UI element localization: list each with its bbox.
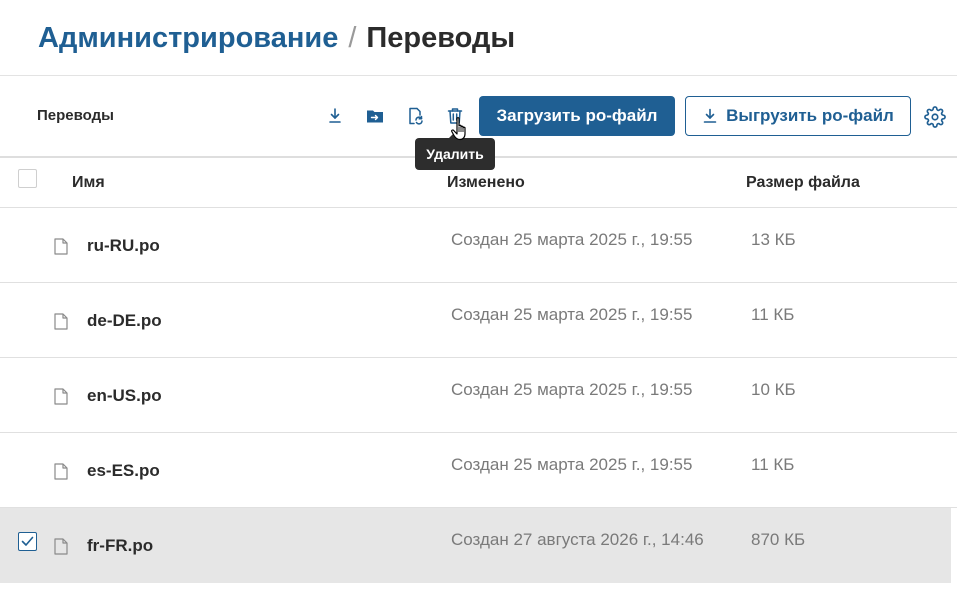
- toolbar-title: Переводы: [37, 107, 114, 124]
- file-size: 13 КБ: [751, 230, 796, 249]
- select-all-checkbox[interactable]: [18, 169, 37, 188]
- delete-tooltip: Удалить: [415, 132, 495, 170]
- upload-po-file-button[interactable]: Загрузить po-файл: [479, 96, 675, 136]
- file-name: es-ES.po: [87, 461, 160, 480]
- move-to-folder-icon[interactable]: [363, 104, 387, 128]
- table-row[interactable]: es-ES.po Создан 25 марта 2025 г., 19:55 …: [0, 433, 957, 508]
- file-modified: Создан 25 марта 2025 г., 19:55: [451, 305, 693, 324]
- file-name: en-US.po: [87, 386, 162, 405]
- gear-icon[interactable]: [924, 106, 946, 128]
- file-modified: Создан 25 марта 2025 г., 19:55: [451, 380, 693, 399]
- file-name: ru-RU.po: [87, 236, 160, 255]
- file-modified: Создан 25 марта 2025 г., 19:55: [451, 455, 693, 474]
- breadcrumb: Администрирование / Переводы: [38, 18, 515, 58]
- replace-file-icon[interactable]: [403, 104, 427, 128]
- column-header-name[interactable]: Имя: [72, 174, 105, 192]
- file-name: de-DE.po: [87, 311, 162, 330]
- table-row[interactable]: de-DE.po Создан 25 марта 2025 г., 19:55 …: [0, 283, 957, 358]
- file-icon: [54, 313, 68, 330]
- column-header-modified[interactable]: Изменено: [447, 174, 525, 192]
- breadcrumb-separator: /: [348, 21, 357, 54]
- breadcrumb-link-administration[interactable]: Администрирование: [38, 22, 338, 55]
- file-size: 11 КБ: [751, 305, 795, 324]
- download-po-file-button[interactable]: Выгрузить po-файл: [685, 96, 911, 136]
- row-checkbox-checked[interactable]: [18, 532, 37, 551]
- file-icon: [54, 463, 68, 480]
- download-icon: [703, 108, 717, 123]
- column-header-size[interactable]: Размер файла: [746, 174, 860, 192]
- file-size: 10 КБ: [751, 380, 796, 399]
- page-title: Переводы: [366, 21, 516, 54]
- table-row-selected[interactable]: fr-FR.po Создан 27 августа 2026 г., 14:4…: [0, 508, 951, 583]
- file-icon: [54, 538, 68, 555]
- checkmark-icon: [21, 536, 34, 546]
- file-size: 870 КБ: [751, 530, 806, 549]
- file-modified: Создан 25 марта 2025 г., 19:55: [451, 230, 693, 249]
- file-icon: [54, 388, 68, 405]
- file-name: fr-FR.po: [87, 536, 154, 555]
- file-size: 11 КБ: [751, 455, 795, 474]
- file-icon: [54, 238, 68, 255]
- hand-cursor-icon: [451, 117, 466, 141]
- table-row[interactable]: ru-RU.po Создан 25 марта 2025 г., 19:55 …: [0, 208, 957, 283]
- download-icon[interactable]: [323, 104, 347, 128]
- download-po-file-label: Выгрузить po-файл: [726, 106, 894, 125]
- table-row[interactable]: en-US.po Создан 25 марта 2025 г., 19:55 …: [0, 358, 957, 433]
- file-modified: Создан 27 августа 2026 г., 14:46: [451, 530, 704, 549]
